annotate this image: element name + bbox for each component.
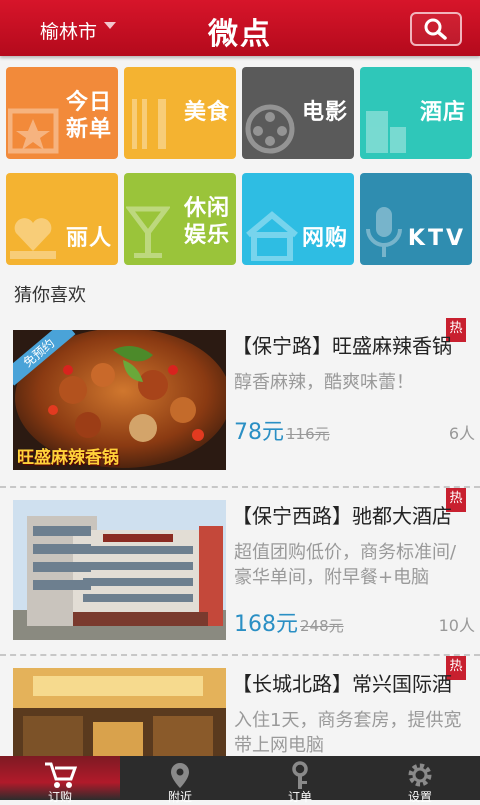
heart-hand-icon bbox=[10, 218, 56, 259]
tile-label: 新单 bbox=[65, 117, 112, 142]
building-icon bbox=[366, 111, 406, 153]
top-bar: 榆林市 微点 bbox=[0, 0, 480, 56]
gear-icon bbox=[408, 763, 432, 787]
original-price: 248元 bbox=[300, 617, 344, 635]
deal-price: 168元 bbox=[234, 612, 298, 637]
deal-title: 【长城北路】常兴国际酒 bbox=[232, 672, 452, 696]
nav-label: 订单 bbox=[287, 790, 312, 804]
glass-icon bbox=[126, 206, 170, 258]
list-item[interactable]: 热 【长城北路】常兴国际酒 入住1天，商务套房，提供宽带上网电脑 bbox=[0, 656, 480, 756]
buyer-count: 6人 bbox=[448, 424, 475, 443]
tile-label: 丽人 bbox=[65, 226, 112, 251]
image-caption: 旺盛麻辣香锅 bbox=[17, 448, 119, 468]
tile-label: 美食 bbox=[183, 100, 230, 125]
microphone-icon bbox=[366, 207, 402, 257]
tile-online-shop[interactable]: 网购 bbox=[242, 173, 354, 265]
tile-food[interactable]: 美食 bbox=[124, 67, 236, 159]
nav-settings[interactable]: 设置 bbox=[360, 756, 480, 804]
nav-orders[interactable]: 订单 bbox=[240, 756, 360, 804]
tile-label: 娱乐 bbox=[183, 223, 230, 248]
tile-label: 今日 bbox=[65, 90, 112, 115]
deal-title: 【保宁西路】驰都大酒店 bbox=[232, 504, 452, 528]
tile-label: 酒店 bbox=[419, 100, 466, 125]
tile-today-new[interactable]: 今日 新单 bbox=[6, 67, 118, 159]
location-pin-icon bbox=[171, 763, 189, 788]
tile-leisure[interactable]: 休闲 娱乐 bbox=[124, 173, 236, 265]
deal-description: 入住1天，商务套房，提供宽带上网电脑 bbox=[234, 710, 462, 756]
search-button[interactable] bbox=[410, 12, 462, 46]
tile-movie[interactable]: 电影 bbox=[242, 67, 354, 159]
buyer-count: 10人 bbox=[438, 616, 475, 635]
tile-label: 休闲 bbox=[183, 196, 230, 221]
tile-label: 电影 bbox=[301, 100, 348, 125]
fork-knife-icon bbox=[132, 99, 166, 149]
nav-label: 设置 bbox=[407, 790, 432, 804]
deal-list[interactable]: 免预约 旺盛麻辣香锅 热 【保宁路】旺盛麻辣香锅 醇香麻辣，酷爽味蕾！ 78元 1… bbox=[0, 318, 480, 756]
deal-image-hotpot: 免预约 旺盛麻辣香锅 bbox=[13, 330, 226, 470]
deal-description: 超值团购低价，商务标准间/豪华单间，附早餐+电脑 bbox=[234, 542, 457, 588]
key-icon bbox=[292, 761, 308, 789]
deal-description: 醇香麻辣，酷爽味蕾！ bbox=[234, 372, 414, 393]
house-icon bbox=[246, 211, 298, 261]
deal-image-hotel bbox=[13, 500, 226, 640]
list-item[interactable]: 热 【保宁西路】驰都大酒店 超值团购低价，商务标准间/豪华单间，附早餐+电脑 1… bbox=[0, 488, 480, 656]
deal-price: 78元 bbox=[234, 420, 284, 445]
list-item[interactable]: 免预约 旺盛麻辣香锅 热 【保宁路】旺盛麻辣香锅 醇香麻辣，酷爽味蕾！ 78元 1… bbox=[0, 318, 480, 486]
nav-order[interactable]: 订购 bbox=[0, 756, 120, 804]
section-title-recommend: 猜你喜欢 bbox=[14, 285, 86, 306]
film-reel-icon bbox=[245, 104, 295, 154]
deal-image-lobby bbox=[13, 668, 226, 756]
cart-icon bbox=[45, 762, 77, 788]
tile-label: 网购 bbox=[301, 226, 348, 251]
original-price: 116元 bbox=[286, 425, 330, 443]
nav-nearby[interactable]: 附近 bbox=[120, 756, 240, 804]
tile-hotel[interactable]: 酒店 bbox=[360, 67, 472, 159]
bottom-nav: 订购 附近 订单 设置 bbox=[0, 756, 480, 804]
nav-label: 附近 bbox=[167, 790, 192, 804]
tile-beauty[interactable]: 丽人 bbox=[6, 173, 118, 265]
deal-title: 【保宁路】旺盛麻辣香锅 bbox=[232, 334, 452, 358]
tile-label: KTV bbox=[407, 226, 466, 251]
search-icon bbox=[424, 18, 447, 40]
app-title: 微点 bbox=[208, 17, 272, 52]
tile-ktv[interactable]: KTV bbox=[360, 173, 472, 265]
nav-label: 订购 bbox=[47, 790, 72, 804]
star-icon bbox=[8, 108, 59, 154]
